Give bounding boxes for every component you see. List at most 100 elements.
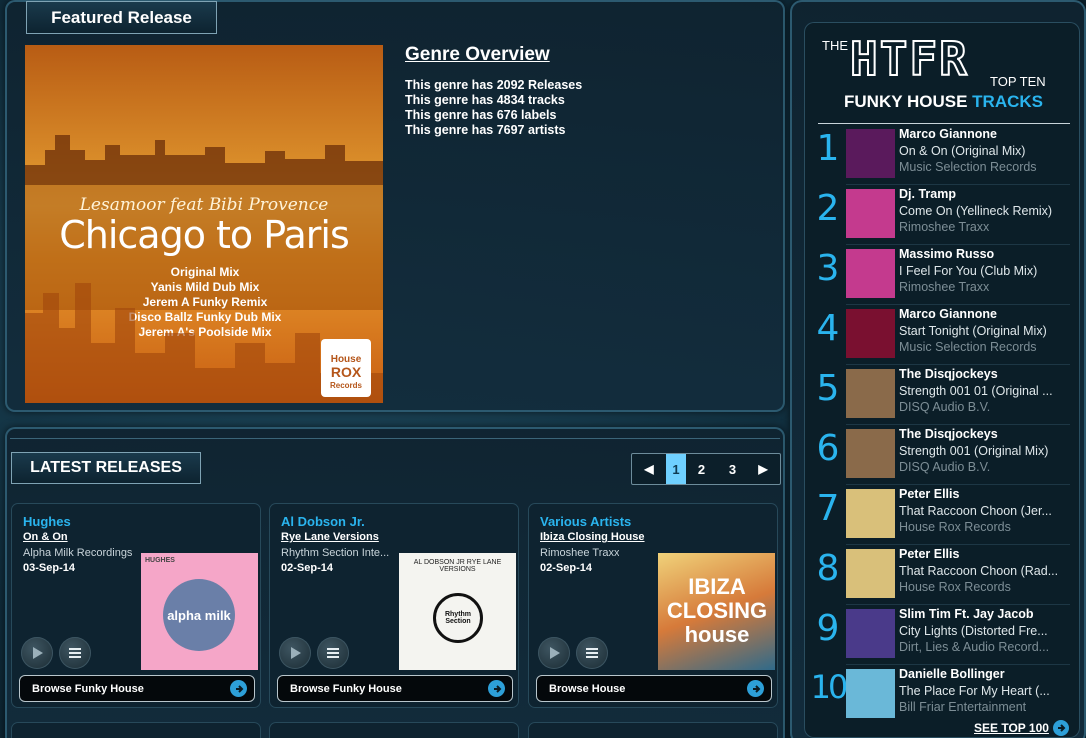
track-artist[interactable]: Peter Ellis	[899, 487, 959, 501]
track-title[interactable]: I Feel For You (Club Mix)	[899, 264, 1067, 278]
release-label: Rimoshee Traxx	[540, 547, 620, 559]
browse-label: Browse Funky House	[32, 682, 144, 695]
list-icon	[327, 648, 339, 658]
track-title[interactable]: City Lights (Distorted Fre...	[899, 624, 1067, 638]
track-title[interactable]: Start Tonight (Original Mix)	[899, 324, 1067, 338]
track-thumbnail	[846, 669, 895, 718]
play-icon	[33, 647, 43, 659]
track-artist[interactable]: Marco Giannone	[899, 127, 997, 141]
genre-overview-link[interactable]: Genre Overview	[405, 44, 550, 66]
cover-title: Chicago to Paris	[59, 213, 350, 257]
tracklist-button[interactable]	[317, 637, 349, 669]
track-thumbnail	[846, 549, 895, 598]
release-card-partial	[528, 722, 778, 738]
chart-row[interactable]: 9 Slim Tim Ft. Jay Jacob City Lights (Di…	[814, 605, 1070, 665]
art-logo-circle: alpha milk	[163, 579, 235, 651]
logo-line: ROX	[330, 364, 362, 380]
track-artist[interactable]: The Disqjockeys	[899, 427, 998, 441]
play-button[interactable]	[21, 637, 53, 669]
chart-row[interactable]: 2 Dj. Tramp Come On (Yellineck Remix) Ri…	[814, 185, 1070, 245]
genre-stats: This genre has 2092 Releases This genre …	[405, 78, 582, 138]
release-date: 02-Sep-14	[540, 562, 592, 574]
chart-row[interactable]: 8 Peter Ellis That Raccoon Choon (Rad...…	[814, 545, 1070, 605]
release-label: Rhythm Section Inte...	[281, 547, 390, 559]
page-button-3[interactable]: 3	[717, 454, 748, 484]
arrow-right-icon	[747, 680, 764, 697]
heading-tracks: TRACKS	[972, 92, 1044, 111]
release-artist[interactable]: Various Artists	[540, 514, 631, 529]
genre-stat: This genre has 676 labels	[405, 108, 557, 122]
tracklist-button[interactable]	[59, 637, 91, 669]
browse-label: Browse House	[549, 682, 626, 695]
pagination: ◀ 1 2 3 ▶	[631, 453, 781, 485]
release-title-link[interactable]: Rye Lane Versions	[281, 531, 379, 543]
list-icon	[586, 648, 598, 658]
browse-genre-button[interactable]: Browse Funky House	[277, 675, 513, 702]
chart-row[interactable]: 10 Danielle Bollinger The Place For My H…	[811, 665, 1070, 725]
play-button[interactable]	[279, 637, 311, 669]
chart-row[interactable]: 5 The Disqjockeys Strength 001 01 (Origi…	[814, 365, 1070, 425]
track-title[interactable]: On & On (Original Mix)	[899, 144, 1067, 158]
release-card: Hughes On & On Alpha Milk Recordings 03-…	[11, 503, 261, 708]
release-label: Alpha Milk Recordings	[23, 547, 133, 559]
release-artist[interactable]: Al Dobson Jr.	[281, 514, 365, 529]
play-button[interactable]	[538, 637, 570, 669]
track-artist[interactable]: Slim Tim Ft. Jay Jacob	[899, 607, 1034, 621]
track-label: House Rox Records	[899, 520, 1011, 534]
track-title[interactable]: Strength 001 (Original Mix)	[899, 444, 1067, 458]
release-cover-art[interactable]: HUGHES alpha milk	[141, 553, 258, 670]
prev-page-button[interactable]: ◀	[632, 454, 666, 484]
latest-divider	[10, 438, 780, 439]
see-top-100-label: SEE TOP 100	[974, 721, 1049, 735]
track-title[interactable]: Strength 001 01 (Original ...	[899, 384, 1067, 398]
chart-row[interactable]: 6 The Disqjockeys Strength 001 (Original…	[814, 425, 1070, 485]
track-artist[interactable]: Marco Giannone	[899, 307, 997, 321]
arrow-right-icon	[230, 680, 247, 697]
chart-position: 10	[810, 668, 849, 706]
chart-row[interactable]: 1 Marco Giannone On & On (Original Mix) …	[814, 125, 1070, 185]
chart-row[interactable]: 4 Marco Giannone Start Tonight (Original…	[814, 305, 1070, 365]
browse-genre-button[interactable]: Browse Funky House	[19, 675, 255, 702]
track-title[interactable]: The Place For My Heart (...	[899, 684, 1067, 698]
chart-row[interactable]: 7 Peter Ellis That Raccoon Choon (Jer...…	[814, 485, 1070, 545]
track-title[interactable]: That Raccoon Choon (Rad...	[899, 564, 1067, 578]
browse-genre-button[interactable]: Browse House	[536, 675, 772, 702]
track-title[interactable]: Come On (Yellineck Remix)	[899, 204, 1067, 218]
chart-position: 2	[816, 188, 840, 229]
page-button-1[interactable]: 1	[666, 454, 686, 484]
heading-genre: FUNKY HOUSE	[844, 92, 968, 111]
release-cover-art[interactable]: IBIZA CLOSING house	[658, 553, 775, 670]
chart-row[interactable]: 3 Massimo Russo I Feel For You (Club Mix…	[814, 245, 1070, 305]
logo-line: Records	[329, 381, 362, 390]
list-icon	[69, 648, 81, 658]
release-artist[interactable]: Hughes	[23, 514, 71, 529]
next-page-button[interactable]: ▶	[748, 454, 778, 484]
track-title[interactable]: That Raccoon Choon (Jer...	[899, 504, 1067, 518]
arrow-right-icon	[488, 680, 505, 697]
top-ten-logo: THE HTFR TOP TEN	[820, 31, 1070, 96]
chart-position: 7	[816, 488, 840, 529]
track-artist[interactable]: Danielle Bollinger	[899, 667, 1005, 681]
play-icon	[550, 647, 560, 659]
track-artist[interactable]: The Disqjockeys	[899, 367, 998, 381]
track-artist[interactable]: Massimo Russo	[899, 247, 994, 261]
chart-position: 3	[816, 248, 840, 289]
cover-artist: Lesamoor feat Bibi Provence	[79, 195, 329, 215]
tracklist-button[interactable]	[576, 637, 608, 669]
featured-tab-label: Featured Release	[51, 7, 192, 27]
release-date: 03-Sep-14	[23, 562, 75, 574]
track-thumbnail	[846, 189, 895, 238]
track-artist[interactable]: Dj. Tramp	[899, 187, 956, 201]
chart-position: 6	[816, 428, 840, 469]
featured-cover-art[interactable]: Lesamoor feat Bibi Provence Chicago to P…	[25, 45, 383, 403]
release-cover-art[interactable]: AL DOBSON JR RYE LANE VERSIONS Rhythm Se…	[399, 553, 516, 670]
track-label: Bill Friar Entertainment	[899, 700, 1027, 714]
release-title-link[interactable]: Ibiza Closing House	[540, 531, 645, 543]
page-button-2[interactable]: 2	[686, 454, 717, 484]
release-title-link[interactable]: On & On	[23, 531, 68, 543]
track-label: Dirt, Lies & Audio Record...	[899, 640, 1050, 654]
track-artist[interactable]: Peter Ellis	[899, 547, 959, 561]
arrow-right-icon	[1052, 720, 1069, 736]
top-ten-heading: FUNKY HOUSE TRACKS	[844, 92, 1043, 112]
see-top-100-link[interactable]: SEE TOP 100	[974, 720, 1069, 736]
